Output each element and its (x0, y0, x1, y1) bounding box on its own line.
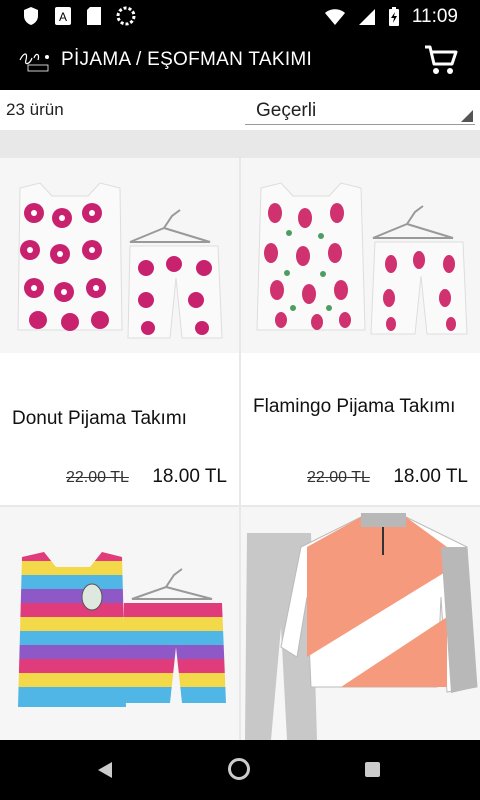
recent-apps-icon[interactable] (365, 762, 380, 777)
sale-price: 18.00 TL (152, 466, 227, 487)
product-image-flamingo (241, 158, 480, 353)
product-card-tracksuit[interactable] (241, 507, 480, 740)
old-price: 22.00 TL (307, 469, 370, 486)
sale-price: 18.00 TL (393, 466, 468, 487)
product-image-tracksuit (241, 507, 480, 740)
app-notification-icon: A (55, 7, 71, 25)
page-title: PİJAMA / EŞOFMAN TAKIMI (61, 49, 313, 70)
butik-logo[interactable] (16, 48, 54, 74)
battery-charging-icon (388, 7, 399, 26)
signal-icon (358, 9, 375, 25)
product-card-donut[interactable]: Donut Pijama Takımı 22.00 TL 18.00 TL (0, 158, 239, 505)
svg-text:A: A (59, 10, 67, 24)
product-count: 23 ürün (6, 100, 64, 119)
sync-icon (116, 6, 136, 26)
app-bar: PİJAMA / EŞOFMAN TAKIMI (0, 32, 480, 90)
product-name[interactable]: Donut Pijama Takımı (12, 406, 232, 432)
old-price: 22.00 TL (66, 469, 129, 486)
product-name[interactable]: Flamingo Pijama Takımı (253, 394, 473, 420)
sort-dropdown[interactable]: Geçerli (245, 92, 475, 125)
product-card-flamingo[interactable]: Flamingo Pijama Takımı 22.00 TL 18.00 TL (241, 158, 480, 505)
product-image-donut (0, 158, 239, 353)
product-grid: Donut Pijama Takımı 22.00 TL 18.00 TL Fl… (0, 130, 480, 740)
product-image-rainbow (0, 507, 239, 740)
sd-card-icon (87, 7, 101, 25)
dropdown-arrow-icon (461, 110, 473, 122)
status-icons-left: A (22, 6, 136, 26)
wifi-icon (324, 9, 345, 25)
back-icon[interactable] (98, 762, 112, 778)
shield-icon (24, 7, 38, 25)
cart-icon[interactable] (424, 44, 458, 76)
clock: 11:09 (411, 6, 458, 27)
product-card-rainbow[interactable] (0, 507, 239, 740)
status-icons-right: 11:09 (324, 6, 458, 28)
home-icon[interactable] (228, 758, 250, 780)
status-bar: A 11:09 (0, 0, 480, 32)
sort-selected-value: Geçerli (256, 100, 317, 121)
system-nav-bar (0, 740, 480, 800)
